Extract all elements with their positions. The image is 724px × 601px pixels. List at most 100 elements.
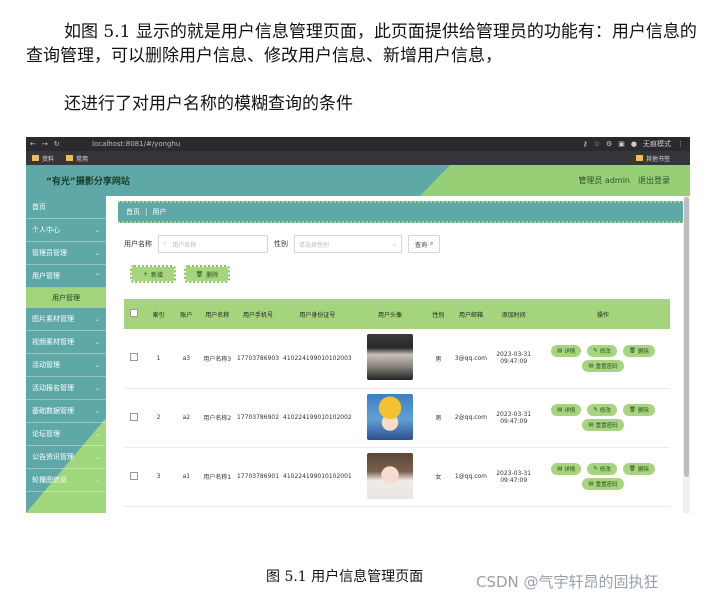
edit-button-label: 修改 bbox=[599, 467, 611, 473]
column-header: 添加时间 bbox=[501, 311, 526, 319]
sidebar-item-label: 用户管理 bbox=[32, 272, 60, 280]
cell-gender: 男 bbox=[426, 329, 451, 389]
avatar bbox=[366, 452, 413, 499]
pencil-icon: ✎ bbox=[593, 466, 598, 472]
admin-label: 管理员 admin bbox=[578, 176, 630, 185]
sidebar-item-users[interactable]: 用户管理 ⌃ bbox=[26, 265, 106, 288]
reset-password-button-label: 重置密码 bbox=[595, 482, 618, 488]
select-all-checkbox[interactable] bbox=[129, 309, 138, 317]
star-icon[interactable]: ☆ bbox=[594, 140, 600, 148]
cell-operations: ▤ 详情 ✎ 修改 🗑 删除 ▤ 重置密码 bbox=[536, 329, 670, 389]
cell-account: a3 bbox=[173, 329, 200, 389]
detail-icon: ▤ bbox=[557, 347, 563, 354]
row-select-cell bbox=[124, 329, 144, 389]
column-header: 用户头像 bbox=[377, 311, 402, 319]
folder-icon bbox=[66, 155, 74, 161]
name-search-placeholder: 用户名称 bbox=[172, 241, 197, 249]
reset-password-button[interactable]: ▤ 重置密码 bbox=[582, 359, 624, 372]
sidebar-item-news[interactable]: 公告资讯管理 ⌄ bbox=[26, 446, 106, 469]
chevron-down-icon: ⌄ bbox=[94, 476, 100, 484]
row-actions: ▤ 详情 ✎ 修改 🗑 删除 ▤ 重置密码 bbox=[538, 463, 668, 490]
detail-icon: ▤ bbox=[557, 407, 563, 413]
cell-idcard: 410224199010102003 bbox=[281, 329, 354, 389]
reset-password-button[interactable]: ▤ 重置密码 bbox=[582, 419, 624, 431]
cell-operations: ▤ 详情 ✎ 修改 🗑 删除 ▤ 重置密码 bbox=[536, 447, 670, 507]
edit-button[interactable]: ✎ 修改 bbox=[587, 344, 617, 357]
cell-avatar bbox=[353, 447, 427, 507]
detail-icon: ▤ bbox=[588, 362, 594, 369]
incognito-icon[interactable]: ● bbox=[631, 140, 637, 148]
detail-button[interactable]: ▤ 详情 bbox=[551, 404, 582, 416]
profile-label[interactable]: 无痕模式 bbox=[643, 139, 671, 149]
breadcrumb-home[interactable]: 首页 bbox=[126, 207, 140, 217]
sidebar-item-profile[interactable]: 个人中心 ⌄ bbox=[26, 219, 106, 242]
column-header: 操作 bbox=[596, 311, 609, 319]
column-header: 性别 bbox=[432, 311, 445, 319]
row-checkbox[interactable] bbox=[129, 471, 138, 480]
table-row: 3 a1 用户名称1 17703786901 41022419901010200… bbox=[124, 447, 670, 507]
sidebar-item-activities[interactable]: 活动管理 ⌄ bbox=[26, 354, 106, 377]
cell-gender: 男 bbox=[426, 388, 451, 448]
cell-gender: 女 bbox=[426, 447, 451, 507]
sidebar-item-carousel[interactable]: 轮播图信息 ⌄ bbox=[26, 469, 106, 492]
cell-account: a2 bbox=[173, 388, 200, 448]
logout-link[interactable]: 退出登录 bbox=[638, 175, 670, 186]
edit-button[interactable]: ✎ 修改 bbox=[587, 463, 617, 475]
chevron-down-icon: ⌄ bbox=[94, 249, 100, 257]
detail-button-label: 详情 bbox=[564, 467, 576, 473]
sidebar-item-basic-data[interactable]: 基础数据管理 ⌄ bbox=[26, 400, 106, 423]
chevron-down-icon: ⌄ bbox=[94, 407, 100, 415]
sidebar-subitem-user-management[interactable]: 用户管理 bbox=[26, 288, 106, 308]
bulk-delete-button[interactable]: 🗑 删除 bbox=[184, 265, 230, 283]
reload-icon[interactable]: ↻ bbox=[54, 140, 60, 148]
edit-button[interactable]: ✎ 修改 bbox=[587, 404, 617, 416]
name-search-input[interactable]: ⌕ 用户名称 bbox=[158, 235, 268, 253]
breadcrumb-separator: | bbox=[145, 208, 148, 216]
sidebar-item-label: 论坛管理 bbox=[32, 430, 60, 438]
forward-icon[interactable]: → bbox=[42, 140, 48, 148]
scrollbar-thumb[interactable] bbox=[684, 197, 689, 477]
extension-icon[interactable]: ⚙ bbox=[606, 140, 612, 148]
sidebar-item-forum[interactable]: 论坛管理 ⌄ bbox=[26, 423, 106, 446]
delete-button[interactable]: 🗑 删除 bbox=[622, 344, 655, 357]
other-bookmarks[interactable]: 其他书签 bbox=[635, 154, 670, 163]
chevron-down-icon: ⌄ bbox=[391, 240, 397, 248]
column-header: 用户名称 bbox=[205, 311, 230, 319]
query-button[interactable]: 查询 ⌕ bbox=[408, 235, 441, 253]
column-header: 账户 bbox=[180, 311, 193, 319]
row-select-cell bbox=[124, 447, 144, 507]
browser-nav: ← → ↻ bbox=[26, 140, 92, 148]
sidebar-item-label: 图片素材管理 bbox=[32, 315, 74, 323]
panel-icon[interactable]: ▣ bbox=[618, 140, 625, 148]
row-checkbox[interactable] bbox=[129, 353, 138, 362]
cell-index: 3 bbox=[143, 447, 174, 507]
delete-button[interactable]: 🗑 删除 bbox=[622, 463, 655, 475]
detail-button[interactable]: ▤ 详情 bbox=[551, 344, 582, 357]
reset-password-button[interactable]: ▤ 重置密码 bbox=[582, 478, 624, 490]
browser-actions: ⚷ ☆ ⚙ ▣ ● 无痕模式 ⋮ bbox=[583, 139, 690, 149]
column-header: 用户邮箱 bbox=[458, 311, 483, 319]
chevron-down-icon: ⌄ bbox=[94, 338, 100, 346]
reset-password-button-label: 重置密码 bbox=[595, 423, 618, 429]
sidebar-item-label: 首页 bbox=[32, 203, 46, 211]
chevron-up-icon: ⌃ bbox=[94, 272, 100, 280]
detail-button[interactable]: ▤ 详情 bbox=[551, 463, 582, 475]
add-button[interactable]: + 新增 bbox=[130, 265, 176, 283]
sidebar-item-videos[interactable]: 视频素材管理 ⌄ bbox=[26, 331, 106, 354]
menu-icon[interactable]: ⋮ bbox=[677, 140, 684, 148]
sidebar-item-home[interactable]: 首页 bbox=[26, 196, 106, 219]
address-bar[interactable]: localhost:8081/#/yonghu bbox=[92, 140, 583, 148]
row-checkbox[interactable] bbox=[129, 412, 138, 421]
sidebar-item-images[interactable]: 图片素材管理 ⌄ bbox=[26, 308, 106, 331]
cell-time: 2023-03-31 09:47:09 bbox=[491, 329, 536, 389]
sidebar-item-admins[interactable]: 管理员管理 ⌄ bbox=[26, 242, 106, 265]
delete-button[interactable]: 🗑 删除 bbox=[622, 404, 655, 416]
gender-select[interactable]: 请选择性别 ⌄ bbox=[294, 235, 402, 253]
bookmark-folder[interactable]: 资料 bbox=[32, 154, 54, 163]
bookmark-folder[interactable]: 常用 bbox=[66, 154, 88, 163]
back-icon[interactable]: ← bbox=[30, 140, 36, 148]
sidebar-item-label: 视频素材管理 bbox=[32, 338, 74, 346]
key-icon[interactable]: ⚷ bbox=[583, 140, 588, 148]
sidebar-item-signups[interactable]: 活动报名管理 ⌄ bbox=[26, 377, 106, 400]
detail-icon: ▤ bbox=[557, 466, 563, 472]
